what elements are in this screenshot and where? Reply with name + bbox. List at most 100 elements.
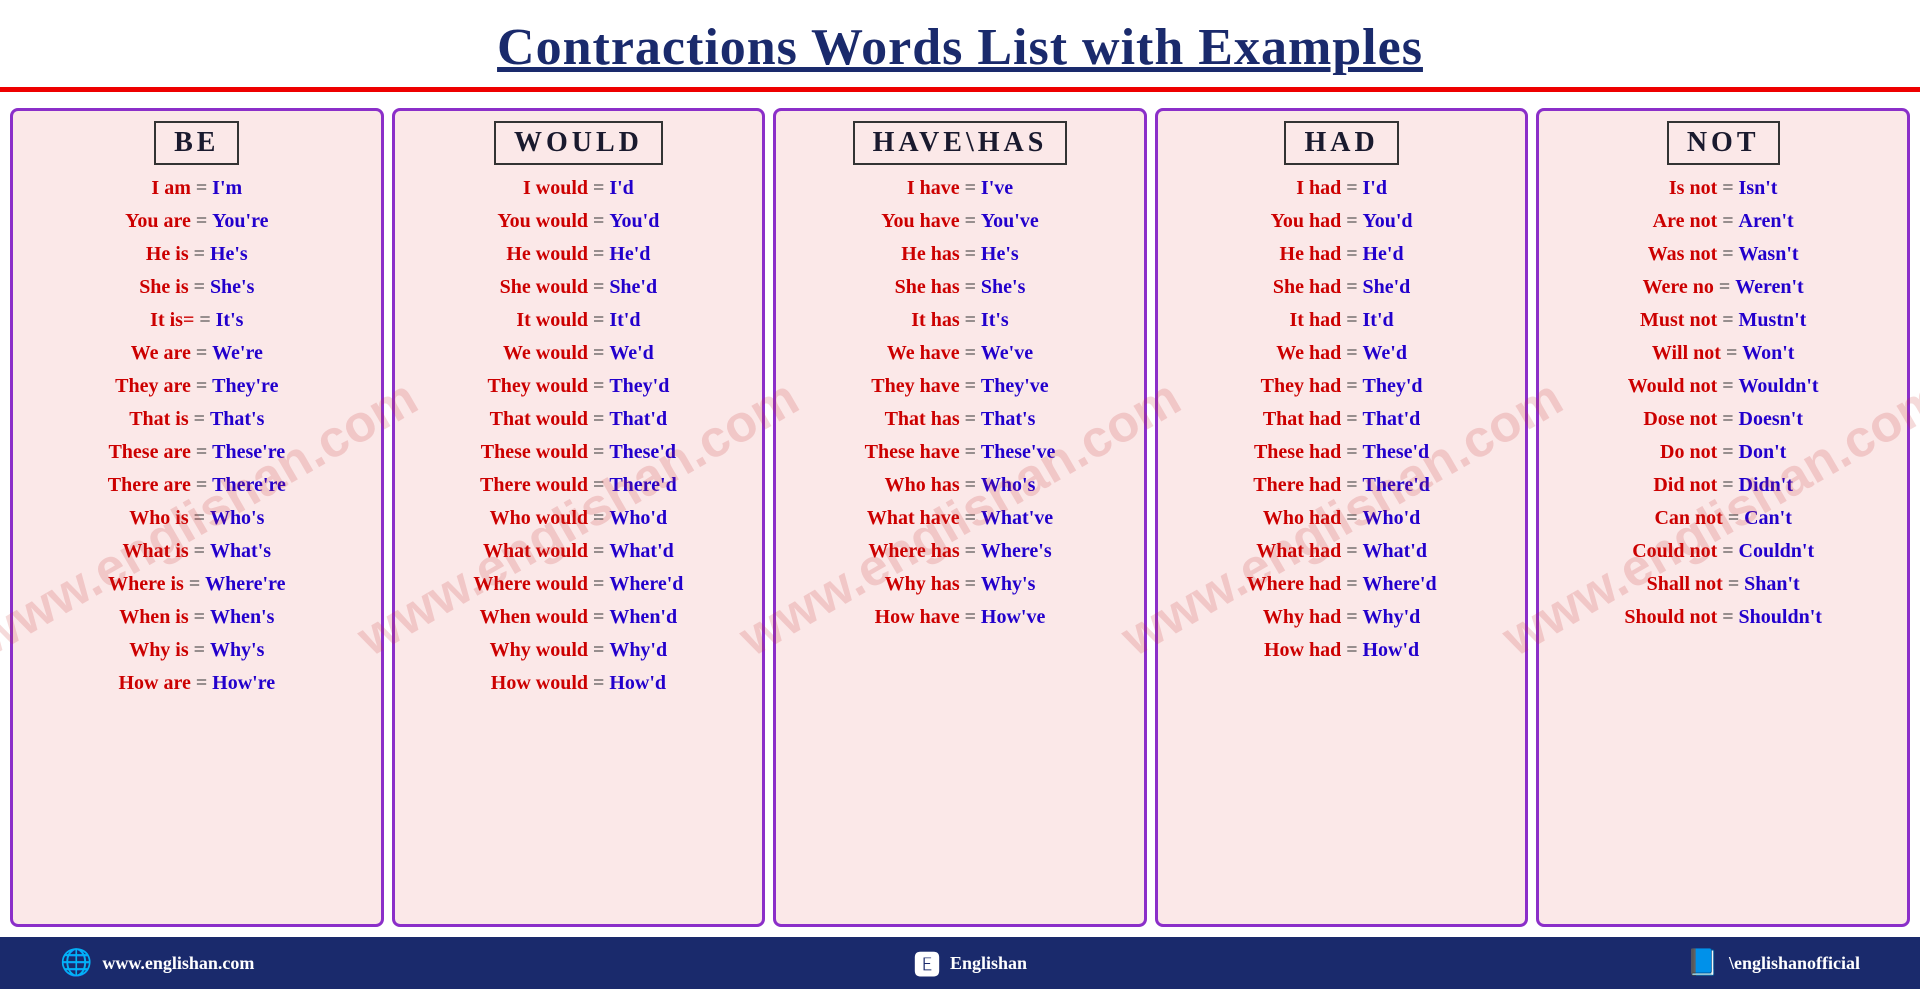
contraction-item: There would = There'd xyxy=(401,470,757,501)
contraction-eq: = xyxy=(191,672,212,694)
contraction-right: What've xyxy=(981,507,1053,529)
contraction-right: Didn't xyxy=(1739,474,1793,496)
contraction-item: They would = They'd xyxy=(401,371,757,402)
contraction-item: We are = We're xyxy=(19,338,375,369)
contraction-left: Who has xyxy=(885,474,960,496)
contraction-right: You'd xyxy=(1363,210,1413,232)
contraction-left: Why would xyxy=(490,639,588,661)
page-wrapper: Contractions Words List with Examples ww… xyxy=(0,0,1920,989)
contraction-eq: = xyxy=(588,375,609,397)
contraction-eq: = xyxy=(960,408,981,430)
contraction-item: Shall not = Shan't xyxy=(1545,569,1901,600)
column-be: www.englishan.comBEI am = I'mYou are = Y… xyxy=(10,108,384,927)
contraction-left: Dose not xyxy=(1643,408,1717,430)
column-items-be: I am = I'mYou are = You'reHe is = He'sSh… xyxy=(19,173,375,699)
contraction-left: There had xyxy=(1253,474,1341,496)
contraction-left: How would xyxy=(491,672,588,694)
contraction-left: Shall not xyxy=(1647,573,1723,595)
contraction-left: I am xyxy=(151,177,190,199)
contraction-eq: = xyxy=(1341,177,1362,199)
contraction-right: It'd xyxy=(1363,309,1394,331)
contraction-left: How have xyxy=(875,606,960,628)
contraction-left: What is xyxy=(123,540,189,562)
contraction-eq: = xyxy=(1721,342,1742,364)
contraction-right: Wouldn't xyxy=(1739,375,1819,397)
contraction-eq: = xyxy=(189,507,210,529)
contraction-right: How'd xyxy=(609,672,666,694)
contraction-right: What's xyxy=(210,540,271,562)
contraction-item: Why would = Why'd xyxy=(401,635,757,666)
contraction-right: Aren't xyxy=(1739,210,1794,232)
contraction-right: They've xyxy=(981,375,1049,397)
contraction-eq: = xyxy=(191,375,212,397)
contraction-right: Couldn't xyxy=(1739,540,1815,562)
contraction-left: These had xyxy=(1254,441,1341,463)
contraction-item: Who would = Who'd xyxy=(401,503,757,534)
contraction-right: Weren't xyxy=(1735,276,1804,298)
contraction-right: Wasn't xyxy=(1739,243,1799,265)
column-items-had: I had = I'dYou had = You'dHe had = He'dS… xyxy=(1164,173,1520,666)
contraction-right: There'd xyxy=(609,474,676,496)
brand-icon: 🅴 xyxy=(914,945,940,982)
contraction-item: Should not = Shouldn't xyxy=(1545,602,1901,633)
contraction-item: I had = I'd xyxy=(1164,173,1520,204)
contraction-left: They would xyxy=(487,375,588,397)
columns-wrapper: www.englishan.comBEI am = I'mYou are = Y… xyxy=(0,100,1920,937)
contraction-item: Why has = Why's xyxy=(782,569,1138,600)
contraction-right: You're xyxy=(212,210,268,232)
contraction-left: She would xyxy=(500,276,588,298)
contraction-item: He has = He's xyxy=(782,239,1138,270)
contraction-left: You are xyxy=(125,210,191,232)
facebook-icon: 📘 xyxy=(1687,948,1719,978)
column-would: www.englishan.comWOULDI would = I'dYou w… xyxy=(392,108,766,927)
contraction-right: Won't xyxy=(1742,342,1794,364)
contraction-eq: = xyxy=(1723,573,1744,595)
contraction-eq: = xyxy=(189,606,210,628)
contraction-left: What would xyxy=(483,540,588,562)
contraction-eq: = xyxy=(184,573,205,595)
contraction-eq: = xyxy=(1341,573,1362,595)
contraction-eq: = xyxy=(1717,210,1738,232)
contraction-eq: = xyxy=(1341,342,1362,364)
contraction-left: They have xyxy=(871,375,959,397)
contraction-right: Where're xyxy=(205,573,285,595)
contraction-right: They'd xyxy=(609,375,669,397)
contraction-item: They are = They're xyxy=(19,371,375,402)
contraction-item: She has = She's xyxy=(782,272,1138,303)
globe-icon: 🌐 xyxy=(60,948,92,978)
contraction-left: Why has xyxy=(885,573,960,595)
contraction-item: I would = I'd xyxy=(401,173,757,204)
contraction-left: Where had xyxy=(1247,573,1342,595)
contraction-eq: = xyxy=(588,441,609,463)
contraction-right: Mustn't xyxy=(1739,309,1807,331)
contraction-item: Would not = Wouldn't xyxy=(1545,371,1901,402)
contraction-eq: = xyxy=(960,507,981,529)
contraction-item: It has = It's xyxy=(782,305,1138,336)
red-line xyxy=(0,87,1920,92)
contraction-left: What had xyxy=(1256,540,1341,562)
contraction-item: What had = What'd xyxy=(1164,536,1520,567)
contraction-item: He would = He'd xyxy=(401,239,757,270)
contraction-right: I've xyxy=(981,177,1013,199)
contraction-eq: = xyxy=(1341,441,1362,463)
contraction-right: They're xyxy=(212,375,278,397)
contraction-item: Will not = Won't xyxy=(1545,338,1901,369)
contraction-right: It's xyxy=(981,309,1009,331)
contraction-item: He is = He's xyxy=(19,239,375,270)
contraction-item: There had = There'd xyxy=(1164,470,1520,501)
contraction-left: Would not xyxy=(1628,375,1717,397)
contraction-eq: = xyxy=(1341,243,1362,265)
contraction-right: He's xyxy=(210,243,248,265)
contraction-right: I'd xyxy=(1363,177,1387,199)
contraction-left: Who had xyxy=(1263,507,1341,529)
contraction-left: Where is xyxy=(108,573,184,595)
footer-social: 📘 \englishanofficial xyxy=(1687,948,1860,978)
contraction-item: That has = That's xyxy=(782,404,1138,435)
contraction-item: Who had = Who'd xyxy=(1164,503,1520,534)
contraction-right: Who'd xyxy=(1363,507,1421,529)
contraction-eq: = xyxy=(1341,408,1362,430)
contraction-left: We have xyxy=(887,342,960,364)
contraction-item: They have = They've xyxy=(782,371,1138,402)
contraction-eq: = xyxy=(1717,474,1738,496)
contraction-eq: = xyxy=(191,474,212,496)
